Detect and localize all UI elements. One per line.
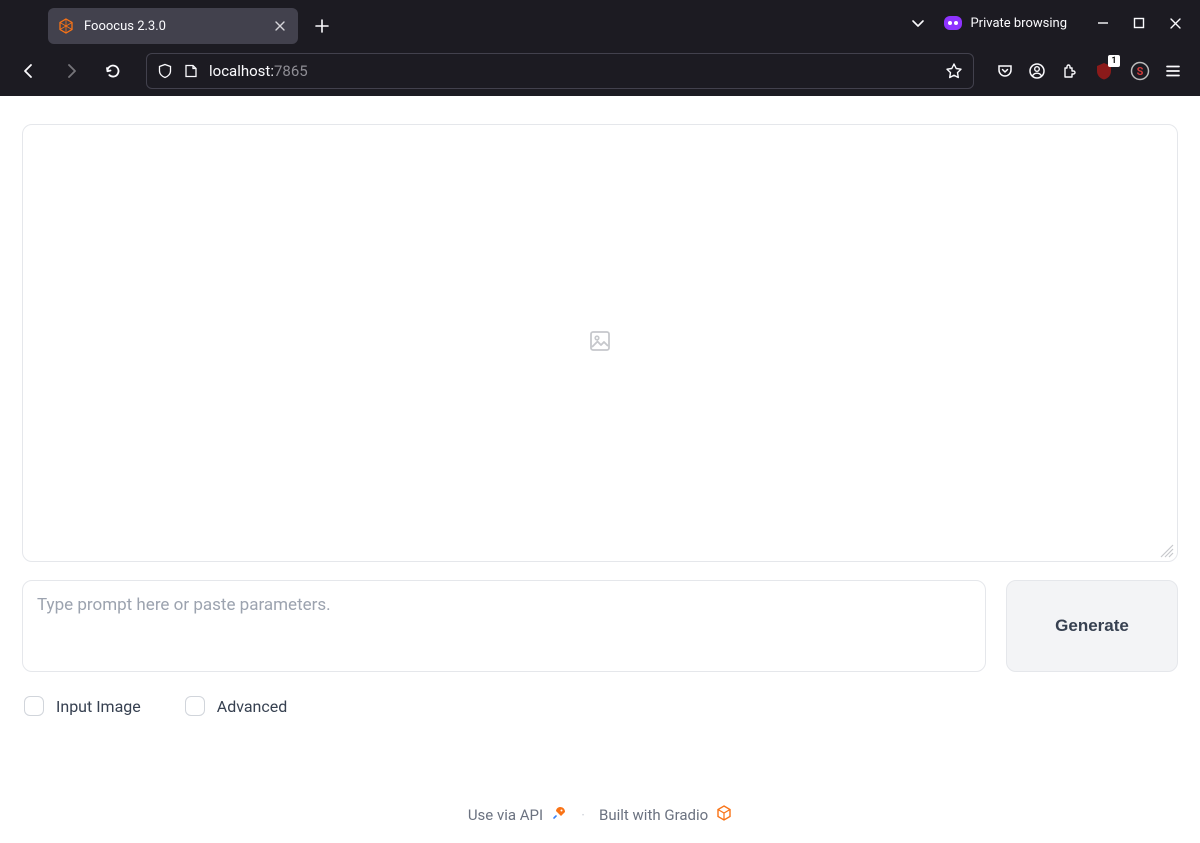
forward-button[interactable] xyxy=(54,54,88,88)
window-controls xyxy=(1097,17,1182,30)
gradio-logo-icon xyxy=(716,805,732,825)
browser-tab[interactable]: Fooocus 2.3.0 xyxy=(48,8,298,44)
gradio-link-label: Built with Gradio xyxy=(599,806,708,824)
shield-icon[interactable] xyxy=(157,63,173,79)
extension-s-icon[interactable]: S xyxy=(1130,61,1150,81)
generate-button[interactable]: Generate xyxy=(1006,580,1178,672)
tab-bar-left: Fooocus 2.3.0 xyxy=(8,0,338,46)
api-link-label: Use via API xyxy=(468,806,543,824)
use-via-api-link[interactable]: Use via API xyxy=(468,805,567,825)
mask-icon xyxy=(944,16,962,30)
extension-badge: 1 xyxy=(1108,55,1120,67)
bookmark-star-icon[interactable] xyxy=(945,62,963,80)
new-tab-button[interactable] xyxy=(306,10,338,42)
url-bar[interactable]: localhost:7865 xyxy=(146,53,974,89)
tab-favicon-icon xyxy=(58,18,74,34)
prompt-input[interactable] xyxy=(22,580,986,672)
account-icon[interactable] xyxy=(1028,62,1046,80)
url-host: localhost: xyxy=(209,62,274,80)
input-image-label: Input Image xyxy=(56,697,141,716)
image-placeholder-icon xyxy=(588,329,612,357)
built-with-gradio-link[interactable]: Built with Gradio xyxy=(599,805,732,825)
checkbox-icon xyxy=(185,696,205,716)
output-canvas[interactable] xyxy=(22,124,1178,562)
footer-separator: · xyxy=(581,806,585,824)
checkbox-icon xyxy=(24,696,44,716)
url-text: localhost:7865 xyxy=(209,62,935,80)
advanced-checkbox[interactable]: Advanced xyxy=(185,696,288,716)
close-window-icon[interactable] xyxy=(1169,17,1182,30)
menu-icon[interactable] xyxy=(1164,62,1182,80)
nav-bar: localhost:7865 1 S xyxy=(0,46,1200,96)
tab-bar: Fooocus 2.3.0 Private browsing xyxy=(0,0,1200,46)
minimize-icon[interactable] xyxy=(1097,17,1109,30)
tab-title: Fooocus 2.3.0 xyxy=(84,19,262,34)
private-browsing-indicator: Private browsing xyxy=(944,16,1067,31)
checkbox-row: Input Image Advanced xyxy=(22,696,1178,716)
browser-chrome: Fooocus 2.3.0 Private browsing xyxy=(0,0,1200,96)
private-browsing-label: Private browsing xyxy=(970,16,1067,31)
maximize-icon[interactable] xyxy=(1133,17,1145,30)
back-button[interactable] xyxy=(12,54,46,88)
footer: Use via API · Built with Gradio xyxy=(0,805,1200,825)
page-content: Generate Input Image Advanced Use via AP… xyxy=(0,96,1200,843)
pocket-icon[interactable] xyxy=(996,62,1014,80)
url-port: 7865 xyxy=(274,62,308,80)
extensions-icon[interactable] xyxy=(1060,62,1078,80)
chevron-down-icon[interactable] xyxy=(910,15,926,31)
toolbar-right: 1 S xyxy=(990,59,1188,83)
tab-bar-right: Private browsing xyxy=(910,15,1192,31)
ublock-extension-icon[interactable]: 1 xyxy=(1092,59,1116,83)
resize-handle-icon[interactable] xyxy=(1159,543,1175,559)
rocket-icon xyxy=(551,805,567,825)
svg-text:S: S xyxy=(1137,65,1144,78)
advanced-label: Advanced xyxy=(217,697,288,716)
reload-button[interactable] xyxy=(96,54,130,88)
page-info-icon[interactable] xyxy=(183,63,199,79)
input-image-checkbox[interactable]: Input Image xyxy=(24,696,141,716)
close-tab-icon[interactable] xyxy=(272,18,288,34)
input-row: Generate xyxy=(22,580,1178,672)
